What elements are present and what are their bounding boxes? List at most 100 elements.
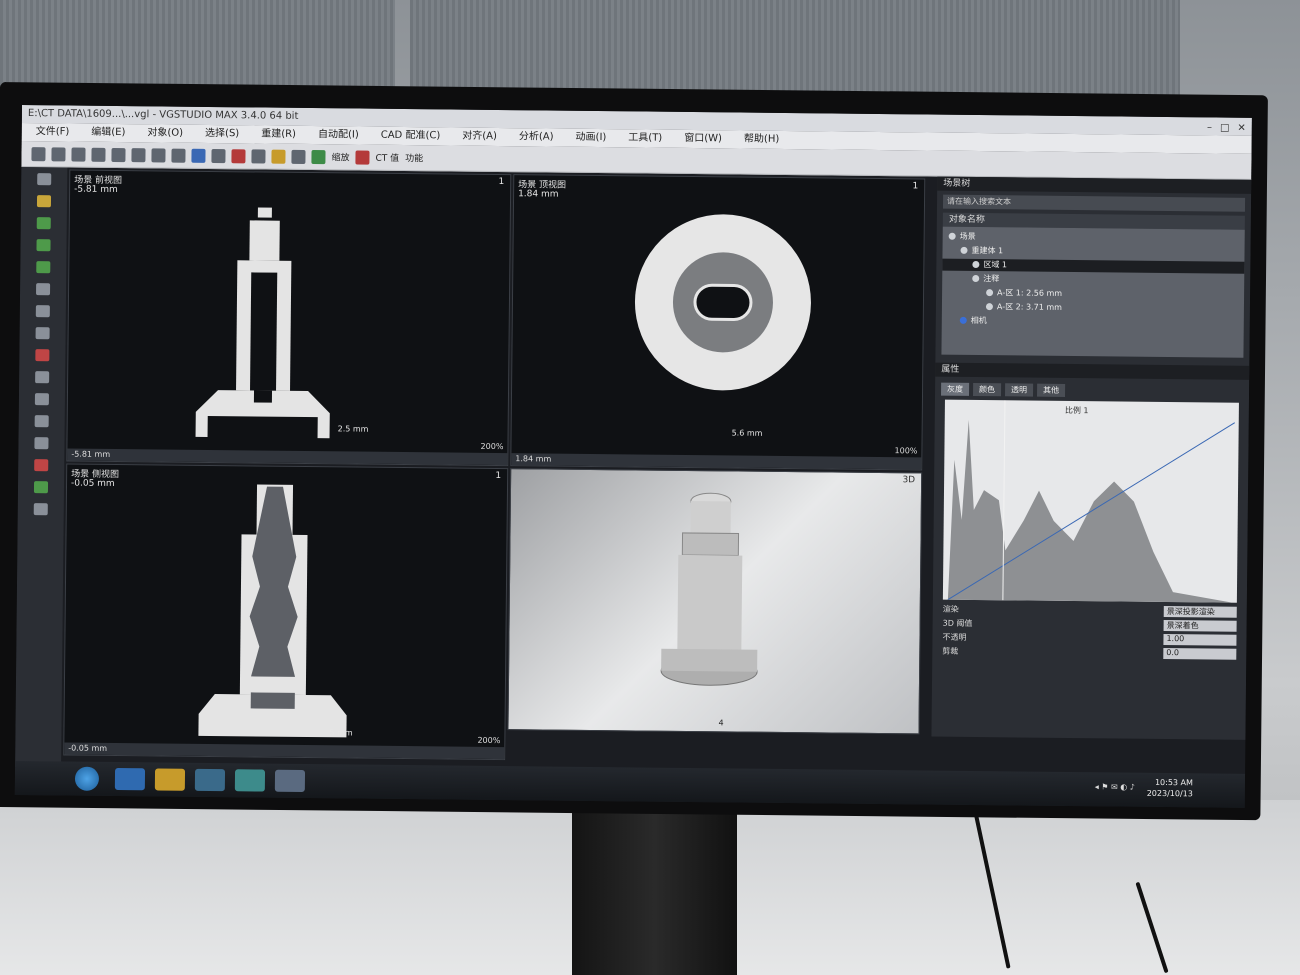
copy-icon[interactable] (151, 147, 166, 163)
viewport-3d[interactable]: 3D 4 (507, 468, 923, 735)
slice-icon[interactable] (34, 393, 49, 406)
move-icon[interactable] (211, 148, 226, 163)
save-icon[interactable] (71, 147, 86, 162)
open-icon[interactable] (51, 146, 66, 161)
polygon-icon[interactable] (35, 305, 50, 318)
menu-help[interactable]: 帮助(H) (744, 131, 780, 149)
property-tabs: 灰度 颜色 透明 其他 (941, 382, 1243, 399)
system-tray[interactable]: ◂ ⚑ ✉ ◐ ♪ (1095, 782, 1135, 791)
tab-other[interactable]: 其他 (1037, 383, 1066, 397)
menu-edit[interactable]: 编辑(E) (91, 124, 125, 142)
visibility-icon[interactable] (985, 303, 993, 311)
warning-icon[interactable] (355, 149, 370, 165)
tree-item-measurement[interactable]: A-区 1: 2.56 mm (986, 287, 1062, 300)
browser-icon[interactable] (114, 768, 146, 791)
select-icon[interactable] (191, 148, 206, 163)
box-icon[interactable] (34, 415, 49, 428)
menu-autoconfig[interactable]: 自动配(I) (318, 126, 359, 144)
ct-slice-top (634, 214, 811, 391)
clock[interactable]: 10:53 AM 2023/10/13 (1147, 777, 1193, 799)
visibility-icon[interactable] (948, 232, 956, 240)
menu-cad-registration[interactable]: CAD 配准(C) (381, 127, 441, 146)
prop-value[interactable]: 1.00 (1163, 633, 1237, 646)
menu-object[interactable]: 对象(O) (147, 124, 183, 142)
scene-search-input[interactable]: 请在输入搜索文本 (942, 194, 1246, 212)
menu-animation[interactable]: 动画(I) (575, 129, 607, 147)
toolbar-label-zoom[interactable]: 缩放 (331, 150, 349, 163)
visibility-icon[interactable] (986, 289, 994, 297)
color-icon[interactable] (311, 149, 326, 164)
menu-select[interactable]: 选择(S) (205, 125, 239, 143)
redo-icon[interactable] (111, 147, 126, 162)
undo-icon[interactable] (91, 147, 106, 162)
tree-item-annotation[interactable]: 注释 (972, 273, 999, 285)
grid-icon[interactable] (35, 371, 50, 384)
clock-date: 2023/10/13 (1146, 788, 1193, 799)
prop-label: 剪裁 (942, 646, 959, 656)
camera-icon[interactable] (959, 316, 967, 324)
pointer-icon[interactable] (37, 173, 52, 186)
delete-icon[interactable] (34, 459, 49, 472)
app-icon[interactable] (234, 769, 266, 792)
cut-icon[interactable] (131, 147, 146, 162)
star-icon[interactable] (271, 149, 286, 164)
visibility-icon[interactable] (960, 246, 968, 254)
toolbar-label-ct[interactable]: CT 值 (375, 151, 399, 164)
prop-value[interactable]: 0.0 (1163, 647, 1237, 660)
menu-tools[interactable]: 工具(T) (628, 129, 662, 147)
prop-threshold: 3D 阈值 景深着色 (943, 618, 1237, 632)
menu-analysis[interactable]: 分析(A) (519, 128, 554, 146)
zoom-level: 200% (480, 441, 504, 452)
viewport-top[interactable]: 场景 顶视图 1.84 mm 1 5.6 mm 100% 1.84 mm (510, 174, 926, 471)
prop-label: 渲染 (942, 604, 959, 614)
tree-item-scene[interactable]: 场景 (948, 231, 976, 243)
layer-icon[interactable] (36, 261, 51, 274)
prop-value[interactable]: 景深着色 (1163, 619, 1237, 632)
menu-align[interactable]: 对齐(A) (462, 128, 497, 146)
tab-opacity[interactable]: 透明 (1005, 383, 1034, 397)
clock-time: 10:53 AM (1154, 777, 1194, 788)
region-icon[interactable] (36, 217, 51, 230)
histogram[interactable]: 比例 1 (942, 399, 1239, 603)
rectangle-icon[interactable] (36, 283, 51, 296)
prop-value[interactable]: 景深投影渲染 (1163, 605, 1237, 618)
fill-icon[interactable] (33, 481, 49, 494)
toolbar-label-function[interactable]: 功能 (405, 151, 423, 164)
render-icon[interactable] (291, 149, 306, 164)
viewport-side[interactable]: 场景 侧视图 -0.05 mm 1 5 mm 200% -0.05 mm (63, 463, 509, 761)
tree-item-volume[interactable]: 重建体 1 (960, 245, 1003, 257)
tree-label: 重建体 1 (971, 245, 1004, 256)
cylinder-icon[interactable] (34, 437, 49, 450)
tree-item-region[interactable]: 区域 1 (942, 258, 1245, 274)
folder-icon[interactable] (154, 768, 186, 791)
menu-reconstruct[interactable]: 重建(R) (261, 126, 296, 144)
tree-label: A-区 1: 2.56 mm (997, 288, 1063, 298)
3d-part-render (660, 492, 758, 686)
measure-icon[interactable] (231, 148, 246, 163)
ruler-icon[interactable] (33, 503, 48, 516)
magic-wand-icon[interactable] (36, 239, 51, 252)
zoom-level: 200% (477, 735, 501, 746)
annotate-icon[interactable] (251, 148, 266, 164)
line-icon[interactable] (35, 327, 50, 340)
tree-label: A-区 2: 3.71 mm (996, 302, 1062, 312)
start-button[interactable] (74, 766, 100, 791)
viewport-front[interactable]: 场景 前视图 -5.81 mm 1 2.5 mm 200% -5.81 mm (66, 169, 512, 467)
tab-gray[interactable]: 灰度 (941, 382, 970, 396)
tree-item-measurement[interactable]: A-区 2: 3.71 mm (985, 301, 1062, 314)
tab-color[interactable]: 颜色 (973, 382, 1002, 397)
menu-window[interactable]: 窗口(W) (684, 130, 722, 148)
scene-tree: 场景 重建体 1 区域 1 注释 A-区 1: 2.56 mm A-区 2: 3… (941, 226, 1245, 358)
vgstudio-icon[interactable] (274, 769, 306, 792)
visibility-icon[interactable] (972, 274, 980, 283)
paste-icon[interactable] (171, 148, 186, 163)
erase-icon[interactable] (35, 349, 50, 362)
prop-render: 渲染 景深投影渲染 (943, 604, 1237, 618)
tree-item-camera[interactable]: 相机 (959, 315, 987, 327)
explorer-icon[interactable] (194, 768, 226, 792)
menu-file[interactable]: 文件(F) (36, 123, 70, 141)
new-icon[interactable] (31, 146, 46, 161)
pen-icon[interactable] (36, 195, 52, 208)
visibility-icon[interactable] (972, 260, 980, 269)
zoom-level: 100% (894, 446, 918, 456)
